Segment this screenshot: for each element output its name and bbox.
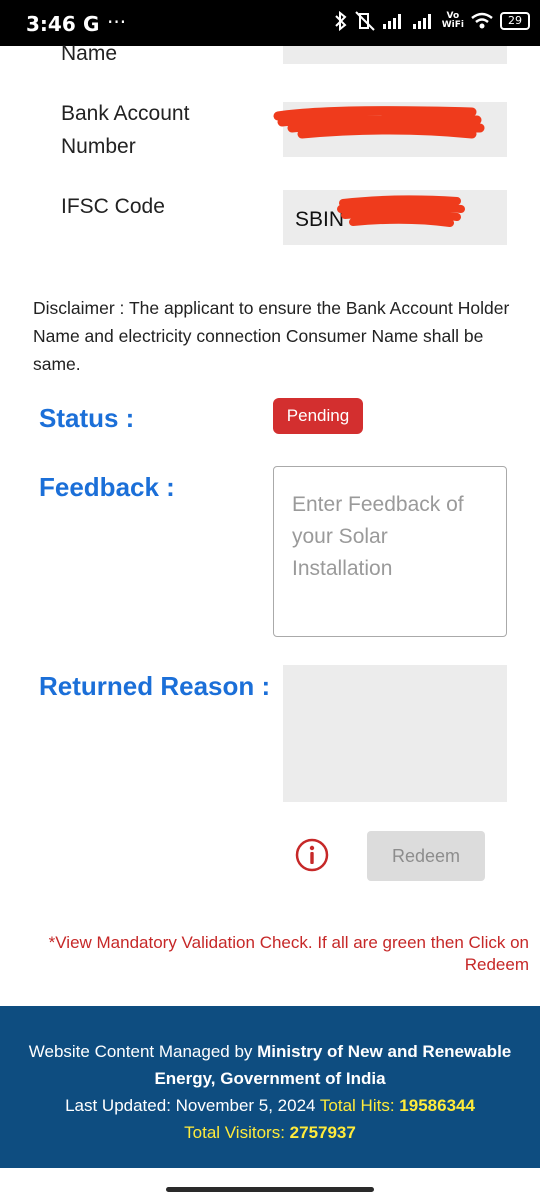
footer-visitors-label: Total Visitors: bbox=[184, 1123, 285, 1142]
wifi-icon bbox=[471, 12, 493, 29]
battery-icon: 29 bbox=[500, 12, 530, 30]
footer-visitors-line: Total Visitors: 2757937 bbox=[0, 1119, 540, 1146]
footer-visitors-value: 2757937 bbox=[289, 1123, 356, 1142]
clock: 3:46 bbox=[26, 12, 76, 36]
vowifi-bottom: WiFi bbox=[441, 20, 464, 30]
bank-account-label-line2: Number bbox=[61, 135, 136, 158]
feedback-textarea[interactable] bbox=[273, 466, 507, 637]
vowifi-icon: Vo WiFi bbox=[442, 12, 464, 30]
gesture-nav-bar bbox=[0, 1168, 540, 1200]
signal-icon-2 bbox=[412, 14, 431, 29]
name-value-field bbox=[283, 46, 507, 64]
footer-managed-line: Website Content Managed by Ministry of N… bbox=[0, 1038, 540, 1092]
bank-account-label-line1: Bank Account bbox=[61, 102, 190, 125]
status-label: Status : bbox=[39, 403, 135, 433]
redaction-scribble-ifsc bbox=[337, 195, 465, 227]
redaction-scribble-account bbox=[273, 106, 485, 139]
footer-managed-prefix: Website Content Managed by bbox=[28, 1042, 253, 1061]
feedback-label: Feedback : bbox=[39, 472, 175, 502]
info-circle-icon[interactable] bbox=[295, 838, 329, 872]
home-indicator[interactable] bbox=[166, 1187, 374, 1192]
system-icons: Vo WiFi 29 bbox=[334, 10, 530, 32]
name-label: Name bbox=[61, 42, 118, 65]
footer-hits-value: 19586344 bbox=[399, 1096, 475, 1115]
footer-stats-line: Last Updated: November 5, 2024 Total Hit… bbox=[0, 1092, 540, 1119]
google-icon: G bbox=[83, 12, 100, 36]
validation-note[interactable]: *View Mandatory Validation Check. If all… bbox=[9, 932, 529, 976]
status-badge: Pending bbox=[273, 398, 363, 434]
mute-vibrate-icon bbox=[355, 11, 375, 31]
returned-reason-label: Returned Reason : bbox=[39, 671, 271, 701]
bluetooth-icon bbox=[335, 10, 347, 32]
footer-hits-label: Total Hits: bbox=[319, 1096, 395, 1115]
footer: Website Content Managed by Ministry of N… bbox=[0, 1006, 540, 1168]
footer-content: Website Content Managed by Ministry of N… bbox=[0, 1038, 540, 1146]
signal-icon-1 bbox=[382, 14, 401, 29]
redeem-button[interactable]: Redeem bbox=[367, 831, 485, 881]
footer-last-updated: Last Updated: November 5, 2024 bbox=[65, 1096, 316, 1115]
ifsc-label: IFSC Code bbox=[61, 195, 165, 218]
disclaimer-text: Disclaimer : The applicant to ensure the… bbox=[33, 298, 510, 374]
returned-reason-field bbox=[283, 665, 507, 802]
more-notifications-icon: ··· bbox=[107, 10, 127, 34]
